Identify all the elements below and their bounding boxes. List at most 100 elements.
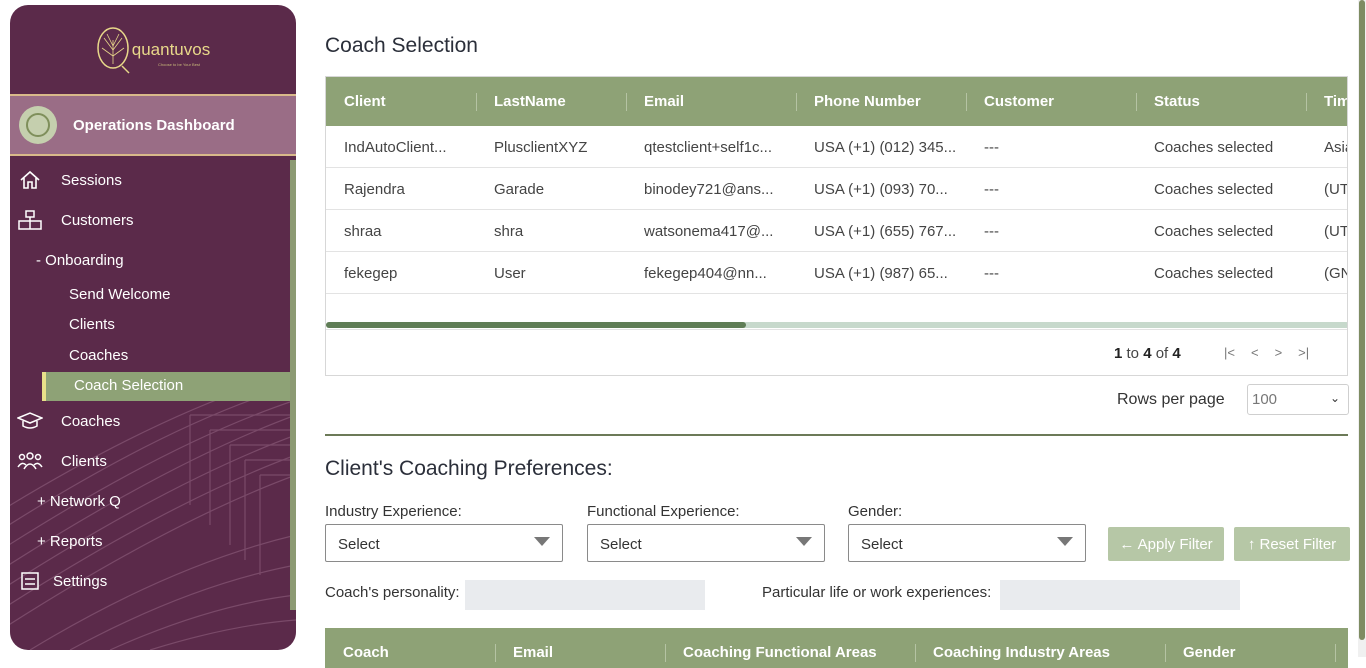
sidebar-item-sessions[interactable]: Sessions — [10, 165, 290, 195]
column-header-phone[interactable]: Phone Number — [814, 77, 921, 126]
sidebar-item-customers[interactable]: Customers — [10, 205, 290, 235]
sidebar-item-onboarding[interactable]: - Onboarding — [36, 252, 124, 269]
cell-client: fekegep — [344, 264, 398, 282]
reset-filter-button[interactable]: ↑ Reset Filter — [1234, 527, 1350, 561]
functional-experience-select[interactable]: Select — [587, 524, 825, 562]
pager-of-word: of — [1155, 345, 1169, 362]
rows-per-page-select[interactable]: 100 ⌄ — [1247, 384, 1349, 415]
chevron-down-icon: ⌄ — [1329, 391, 1340, 405]
cell-lastname: shra — [494, 222, 524, 240]
divider — [10, 154, 296, 156]
column-header-coach[interactable]: Coach — [343, 644, 389, 661]
cell-lastname: PlusclientXYZ — [494, 138, 588, 156]
logo[interactable]: quantuvos Choose to be Your Best — [10, 5, 296, 95]
coach-selection-grid: Client LastName Email Phone Number Custo… — [325, 76, 1348, 376]
next-page-icon[interactable]: > — [1275, 345, 1283, 360]
sidebar-item-label: Sessions — [61, 171, 122, 189]
gender-select[interactable]: Select — [848, 524, 1086, 562]
page-scrollbar-thumb[interactable] — [1359, 0, 1365, 640]
cell-timezone: (UT — [1324, 180, 1348, 198]
home-icon — [17, 169, 43, 191]
last-page-icon[interactable]: >| — [1298, 345, 1309, 360]
select-value: Select — [600, 536, 642, 553]
cell-email: binodey721@ans... — [644, 180, 774, 198]
table-row[interactable]: fekegep User fekegep404@nn... USA (+1) (… — [326, 252, 1347, 294]
rows-per-page-value: 100 — [1252, 391, 1278, 408]
gender-label: Gender: — [848, 503, 903, 520]
table-row[interactable]: shraa shra watsonema417@... USA (+1) (65… — [326, 210, 1348, 252]
sidebar-item-settings[interactable]: Settings — [10, 566, 290, 596]
cell-client: Rajendra — [344, 180, 405, 198]
column-header-email[interactable]: Email — [644, 77, 684, 126]
sidebar-scrollbar-thumb[interactable] — [290, 160, 296, 610]
logo-tagline: Choose to be Your Best — [158, 62, 201, 67]
main-content: Coach Selection Client LastName Email Ph… — [325, 0, 1350, 668]
column-header-functional-areas[interactable]: Coaching Functional Areas — [683, 644, 877, 661]
select-value: Select — [338, 536, 380, 553]
dropdown-arrow-icon — [1057, 537, 1073, 546]
tree-logo-icon — [97, 27, 130, 74]
functional-experience-label: Functional Experience: — [587, 503, 740, 520]
dropdown-arrow-icon — [534, 537, 550, 546]
column-header-industry-areas[interactable]: Coaching Industry Areas — [933, 644, 1110, 661]
cell-status: Coaches selected — [1154, 264, 1274, 282]
operations-dashboard-link[interactable]: Operations Dashboard — [10, 96, 296, 154]
cell-status: Coaches selected — [1154, 222, 1274, 240]
cell-email: qtestclient+self1c... — [644, 138, 772, 156]
coach-personality-label: Coach's personality: — [325, 584, 460, 601]
dropdown-arrow-icon — [796, 537, 812, 546]
grid-horizontal-scrollbar[interactable] — [326, 322, 1347, 328]
select-value: Select — [861, 536, 903, 553]
section-divider — [325, 434, 1348, 436]
sidebar-item-label: Settings — [53, 572, 108, 590]
column-header-gender[interactable]: Gender — [1183, 644, 1236, 661]
cell-status: Coaches selected — [1154, 180, 1274, 198]
sidebar-item-coaches[interactable]: Coaches — [10, 406, 290, 436]
industry-experience-select[interactable]: Select — [325, 524, 563, 562]
table-row[interactable]: IndAutoClient... PlusclientXYZ qtestclie… — [326, 126, 1347, 168]
grid-header: Client LastName Email Phone Number Custo… — [326, 77, 1347, 126]
logo-text: quantuvos — [131, 40, 211, 59]
grid-scroll-thumb[interactable] — [326, 322, 746, 328]
table-row[interactable]: Rajendra Garade binodey721@ans... USA (+… — [326, 168, 1348, 210]
sidebar-item-send-welcome[interactable]: Send Welcome — [69, 286, 170, 303]
column-header-client[interactable]: Client — [344, 77, 386, 126]
first-page-icon[interactable]: |< — [1224, 345, 1235, 360]
industry-experience-label: Industry Experience: — [325, 503, 462, 520]
cell-client: IndAutoClient... — [344, 138, 447, 156]
sidebar-item-label: Coach Selection — [74, 377, 184, 394]
cell-email: watsonema417@... — [644, 222, 774, 240]
sidebar-item-onboarding-coaches[interactable]: Coaches — [69, 347, 128, 364]
page-scrollbar[interactable] — [1358, 0, 1366, 657]
apply-filter-button[interactable]: ← Apply Filter — [1108, 527, 1224, 561]
column-header-email[interactable]: Email — [513, 644, 553, 661]
cell-phone: USA (+1) (093) 70... — [814, 180, 948, 198]
life-work-experiences-label: Particular life or work experiences: — [762, 584, 992, 601]
sidebar-item-onboarding-clients[interactable]: Clients — [69, 316, 115, 333]
cell-phone: USA (+1) (655) 767... — [814, 222, 957, 240]
cell-timezone: (GN — [1324, 264, 1347, 282]
column-header-lastname[interactable]: LastName — [494, 77, 566, 126]
org-chart-icon — [17, 209, 43, 231]
sidebar-item-coach-selection[interactable]: Coach Selection — [42, 372, 290, 401]
operations-dashboard-label: Operations Dashboard — [73, 116, 235, 134]
sidebar-item-reports[interactable]: + Reports — [37, 533, 102, 550]
previous-page-icon[interactable]: < — [1251, 345, 1259, 360]
coach-personality-input[interactable] — [465, 580, 705, 610]
cell-phone: USA (+1) (987) 65... — [814, 264, 948, 282]
column-header-status[interactable]: Status — [1154, 77, 1200, 126]
sidebar-item-clients[interactable]: Clients — [10, 446, 290, 476]
life-work-experiences-input[interactable] — [1000, 580, 1240, 610]
column-header-timezone[interactable]: Tim — [1324, 77, 1347, 126]
page-title: Coach Selection — [325, 34, 478, 57]
cell-lastname: Garade — [494, 180, 545, 198]
sidebar-item-network-q[interactable]: + Network Q — [37, 493, 121, 510]
cell-timezone: (UT — [1324, 222, 1348, 240]
avatar — [19, 106, 57, 144]
pager-to-word: to — [1126, 345, 1140, 362]
sidebar: quantuvos Choose to be Your Best Operati… — [10, 5, 296, 650]
column-header-customer[interactable]: Customer — [984, 77, 1054, 126]
settings-box-icon — [17, 570, 43, 592]
cell-customer: --- — [984, 138, 999, 156]
cell-lastname: User — [494, 264, 526, 282]
